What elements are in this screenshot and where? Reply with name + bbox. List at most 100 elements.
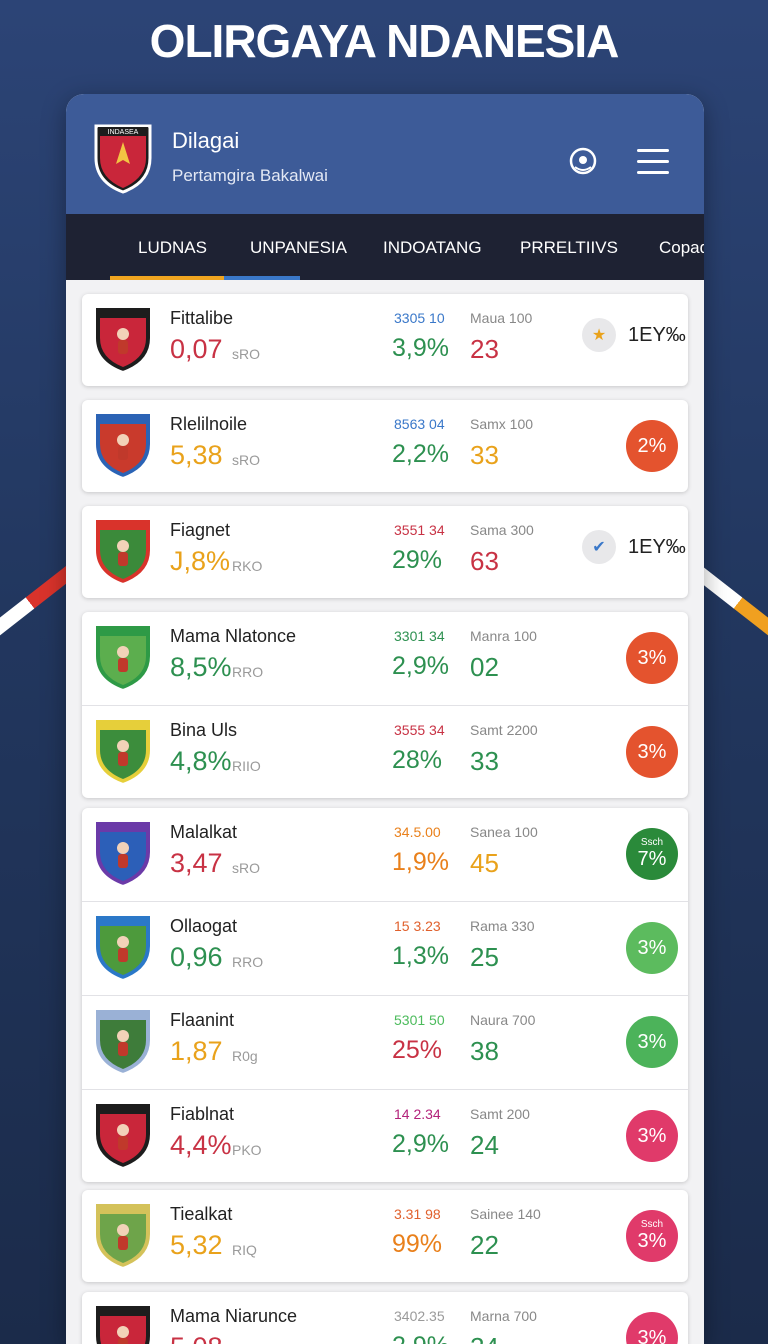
percentage-badge[interactable]: Ssch 3% bbox=[626, 1210, 678, 1262]
stat1-caption: 3551 34 bbox=[394, 522, 445, 538]
percentage-value: 3% bbox=[637, 646, 667, 669]
table-row[interactable]: Malalkat 3,47 sRO 34.5.00 1,9% Sanea 100 45 Ssc… bbox=[82, 808, 688, 900]
percentage-badge[interactable]: 3% bbox=[626, 632, 678, 684]
stat2-caption: Naura 700 bbox=[470, 1012, 536, 1028]
stat2-caption: Manra 100 bbox=[470, 628, 537, 644]
tab-unpanesia[interactable]: UNPANESIA bbox=[250, 238, 347, 258]
table-row[interactable]: Fiablnat 4,4% PKO 14 2.34 2,9% Samt 200 24 3% bbox=[82, 1090, 688, 1182]
app-subtitle: Pertamgira Bakalwai bbox=[172, 166, 328, 185]
table-row[interactable]: Bina Uls 4,8% RIIO 3555 34 28% Samt 2200 33 3% bbox=[82, 706, 688, 798]
trophy-icon[interactable]: ★ bbox=[582, 318, 616, 352]
stat2-value: 24 bbox=[470, 1130, 499, 1160]
stat2-caption: Maua 100 bbox=[470, 310, 533, 326]
stat1-caption: 3.31 98 bbox=[394, 1206, 441, 1222]
table-row[interactable]: Rlelilnoile 5,38 sRO 8563 04 2,2% Samx 100 33 2… bbox=[82, 400, 688, 492]
team-badge-icon bbox=[94, 1102, 152, 1170]
percentage-badge[interactable]: 3% bbox=[626, 726, 678, 778]
value-unit: RIIO bbox=[232, 758, 261, 774]
team-name: Mama Nlatonce bbox=[170, 626, 297, 646]
table-row[interactable]: Fittalibe 0,07 sRO 3305 10 3,9% Maua 100 23 ★ 1E… bbox=[82, 294, 688, 386]
tab-indoatang[interactable]: INDOATANG bbox=[383, 238, 482, 258]
tab-prreltiivs[interactable]: PRRELTIIVS bbox=[520, 238, 618, 258]
team-value: 4,4% bbox=[170, 1130, 232, 1160]
stat2-value: 33 bbox=[470, 440, 499, 470]
percentage-badge[interactable]: 3% bbox=[626, 1016, 678, 1068]
row-divider bbox=[82, 705, 688, 706]
team-badge-icon bbox=[94, 518, 152, 586]
app-header: INDASEA Dilagai Pertamgira Bakalwai bbox=[66, 94, 704, 214]
team-badge-icon bbox=[94, 820, 152, 888]
table-row[interactable]: Mama Nlatonce 8,5% RRO 3301 34 2,9% Manra 100… bbox=[82, 612, 688, 704]
team-value: 5,38 bbox=[170, 440, 223, 470]
value-unit: RKO bbox=[232, 558, 263, 574]
stat2-value: 45 bbox=[470, 848, 499, 878]
percentage-value: 3% bbox=[637, 1326, 667, 1344]
percentage-value: 7% bbox=[637, 847, 667, 870]
club-crest-logo: INDASEA bbox=[94, 124, 152, 194]
stat1-value: 2,9% bbox=[392, 1130, 449, 1158]
percentage-badge[interactable]: 2% bbox=[626, 420, 678, 472]
team-badge-icon bbox=[94, 1202, 152, 1270]
row-divider bbox=[82, 1089, 688, 1090]
value-unit: sRO bbox=[232, 452, 260, 468]
page-title: OLIRGAYA NDANESIA bbox=[149, 15, 620, 67]
app-panel: INDASEA Dilagai Pertamgira Bakalwai LUDN… bbox=[66, 94, 704, 1344]
table-row[interactable]: Flaanint 1,87 R0g 5301 50 25% Naura 700 38 3% bbox=[82, 996, 688, 1088]
match-card: Rlelilnoile 5,38 sRO 8563 04 2,2% Samx 100 33 2… bbox=[82, 400, 688, 492]
percentage-badge[interactable]: 3% bbox=[626, 922, 678, 974]
team-name: Malalkat bbox=[170, 822, 238, 842]
tab-ludnas[interactable]: LUDNAS bbox=[138, 238, 207, 258]
tab-copad[interactable]: Copad bbox=[659, 238, 704, 258]
percentage-value: 3% bbox=[637, 1124, 667, 1147]
value-unit: sRO bbox=[232, 346, 260, 362]
stat1-caption: 5301 50 bbox=[394, 1012, 445, 1028]
team-value: J,8% bbox=[170, 546, 231, 576]
team-name: Flaanint bbox=[170, 1010, 235, 1030]
value-unit: sRO bbox=[232, 860, 260, 876]
stat1-value: 3,9% bbox=[392, 334, 449, 362]
table-row[interactable]: Mama Niarunce 5,08 3402.35 2,9% Marna 700 24 3… bbox=[82, 1292, 688, 1344]
football-icon[interactable] bbox=[566, 144, 600, 178]
team-name: Rlelilnoile bbox=[170, 414, 248, 434]
table-row[interactable]: Ollaogat 0,96 RRO 15 3.23 1,3% Rama 330 25 3% bbox=[82, 902, 688, 994]
stat2-value: 23 bbox=[470, 334, 499, 364]
team-badge-icon bbox=[94, 624, 152, 692]
menu-icon[interactable] bbox=[636, 144, 670, 178]
value-unit: RRO bbox=[232, 664, 264, 680]
stat1-value: 25% bbox=[392, 1036, 443, 1064]
odds-label: 1EY‰ bbox=[628, 324, 686, 346]
team-value: 0,07 bbox=[170, 334, 223, 364]
percentage-badge[interactable]: Ssch 7% bbox=[626, 828, 678, 880]
app-name: Dilagai bbox=[172, 128, 240, 153]
team-value: 4,8% bbox=[170, 746, 232, 776]
odds-label: 1EY‰ bbox=[628, 536, 686, 558]
match-card: Mama Nlatonce 8,5% RRO 3301 34 2,9% Manra 100… bbox=[82, 612, 688, 798]
team-badge-icon bbox=[94, 718, 152, 786]
value-unit: R0g bbox=[232, 1048, 258, 1064]
match-card: Fiagnet J,8% RKO 3551 34 29% Sama 300 63 ✔ 1EY‰ bbox=[82, 506, 688, 598]
percentage-badge[interactable]: 3% bbox=[626, 1312, 678, 1344]
stat2-caption: Samt 2200 bbox=[470, 722, 538, 738]
team-badge-icon bbox=[94, 306, 152, 374]
stat1-caption: 3555 34 bbox=[394, 722, 445, 738]
table-row[interactable]: Fiagnet J,8% RKO 3551 34 29% Sama 300 63 ✔ 1EY‰ bbox=[82, 506, 688, 598]
checkmark-icon[interactable]: ✔ bbox=[582, 530, 616, 564]
percentage-value: 3% bbox=[637, 936, 667, 959]
stat1-value: 28% bbox=[392, 746, 443, 774]
percentage-value: 3% bbox=[637, 740, 667, 763]
stat2-caption: Samx 100 bbox=[470, 416, 534, 432]
stat2-value: 25 bbox=[470, 942, 499, 972]
team-value: 8,5% bbox=[170, 652, 232, 682]
stat1-caption: 3301 34 bbox=[394, 628, 445, 644]
table-row[interactable]: Tiealkat 5,32 RIQ 3.31 98 99% Sainee 140 22 Ssc… bbox=[82, 1190, 688, 1282]
percentage-caption: Ssch bbox=[640, 836, 664, 848]
match-card: Malalkat 3,47 sRO 34.5.00 1,9% Sanea 100 45 Ssc… bbox=[82, 808, 688, 1182]
stat1-value: 99% bbox=[392, 1230, 443, 1258]
tab-bar: LUDNAS UNPANESIA INDOATANG PRRELTIIVS Co… bbox=[66, 214, 704, 280]
percentage-badge[interactable]: 3% bbox=[626, 1110, 678, 1162]
percentage-value: 3% bbox=[637, 1229, 667, 1252]
stat2-value: 38 bbox=[470, 1036, 499, 1066]
team-name: Ollaogat bbox=[170, 916, 238, 936]
team-value: 3,47 bbox=[170, 848, 223, 878]
percentage-value: 2% bbox=[637, 434, 667, 457]
